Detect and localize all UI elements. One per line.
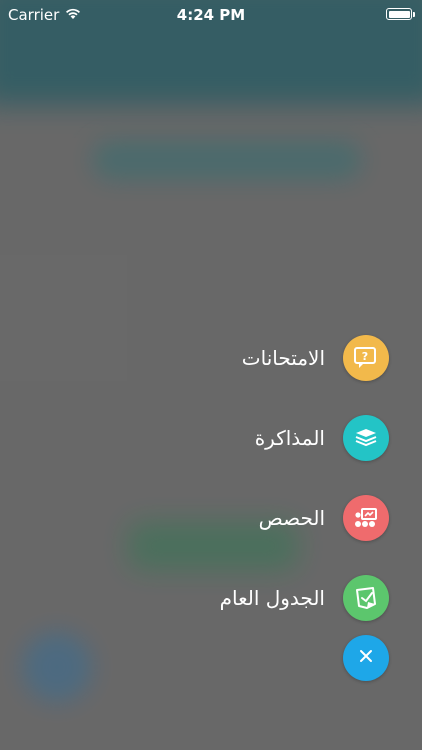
status-bar: Carrier 4:24 PM <box>0 0 422 30</box>
classes-board-icon <box>353 506 379 530</box>
floating-action-menu: الامتحانات ? المذاكرة الحصص الجدول العام <box>220 334 389 682</box>
schedule-note-icon <box>353 585 379 611</box>
menu-item-exams-label: الامتحانات <box>241 346 325 370</box>
classes-button[interactable] <box>343 495 389 541</box>
menu-item-study-label: المذاكرة <box>254 426 325 450</box>
exam-question-icon: ? <box>353 346 379 370</box>
status-time: 4:24 PM <box>176 6 246 24</box>
menu-item-schedule-label: الجدول العام <box>219 586 325 610</box>
close-icon <box>358 648 374 668</box>
menu-item-schedule[interactable]: الجدول العام <box>220 574 389 622</box>
exams-button[interactable]: ? <box>343 335 389 381</box>
menu-item-classes-label: الحصص <box>258 506 325 530</box>
menu-close-row <box>343 634 389 682</box>
svg-text:?: ? <box>362 350 368 363</box>
study-button[interactable] <box>343 415 389 461</box>
close-menu-button[interactable] <box>343 635 389 681</box>
menu-item-study[interactable]: المذاكرة <box>255 414 389 462</box>
study-stack-icon <box>353 426 379 450</box>
menu-item-exams[interactable]: الامتحانات ? <box>242 334 389 382</box>
schedule-button[interactable] <box>343 575 389 621</box>
battery-icon <box>386 8 415 20</box>
menu-item-classes[interactable]: الحصص <box>259 494 389 542</box>
